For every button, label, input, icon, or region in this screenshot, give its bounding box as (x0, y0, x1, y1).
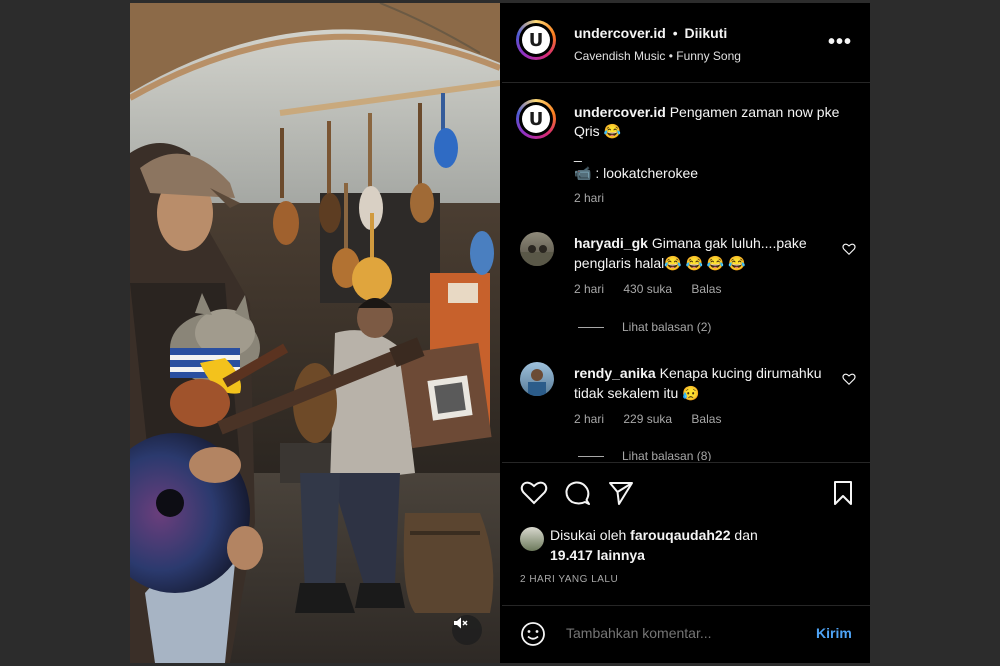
input-divider (502, 605, 870, 606)
liker-avatar[interactable] (520, 527, 544, 551)
comment-meta: 2 hari 430 suka Balas (574, 282, 737, 296)
post-panel: U undercover.id • Diikuti Cavendish Musi… (502, 3, 870, 663)
caption-credit: 📹 : lookatcherokee (574, 165, 699, 181)
caption-avatar[interactable]: U (516, 99, 556, 139)
brand-logo-icon: U (522, 105, 550, 133)
author-username[interactable]: undercover.id (574, 25, 666, 41)
commenter-photo (528, 369, 546, 396)
comments-list[interactable]: U undercover.id Pengamen zaman now pke Q… (502, 83, 870, 461)
brand-logo-icon: U (522, 26, 550, 54)
header-separator: • (672, 25, 678, 41)
send-comment-button[interactable]: Kirim (816, 625, 852, 641)
comment-time: 2 hari (574, 282, 605, 296)
video-frame (130, 3, 500, 663)
commenter-avatar[interactable] (520, 362, 554, 396)
likes-middle: dan (734, 527, 758, 543)
post-modal: U undercover.id • Diikuti Cavendish Musi… (130, 3, 870, 663)
commenter-photo (520, 245, 554, 266)
send-icon[interactable] (608, 480, 634, 506)
comment-input[interactable] (564, 624, 788, 642)
muted-speaker-icon (454, 617, 468, 629)
more-options-icon[interactable]: ••• (828, 31, 852, 54)
caption-time: 2 hari (574, 191, 605, 205)
liker-username[interactable]: farouqaudah22 (630, 527, 730, 543)
audio-info[interactable]: Cavendish Music • Funny Song (574, 49, 741, 63)
heart-icon[interactable] (842, 242, 856, 256)
actions-divider (502, 462, 870, 463)
author-avatar[interactable]: U (516, 20, 556, 60)
post-date[interactable]: 2 HARI YANG LALU (520, 574, 618, 585)
likes-prefix: Disukai oleh (550, 527, 627, 543)
heart-icon[interactable] (520, 480, 548, 506)
bookmark-icon[interactable] (832, 480, 854, 506)
view-replies-button[interactable]: Lihat balasan (2) (578, 320, 711, 334)
comment-meta: 2 hari 229 suka Balas (574, 412, 737, 426)
likes-summary: Disukai oleh farouqaudah22 dan 19.417 la… (550, 525, 758, 565)
caption: undercover.id Pengamen zaman now pke Qri… (574, 103, 844, 208)
mute-button[interactable] (452, 615, 482, 645)
emoji-icon[interactable] (520, 621, 546, 647)
comment-username[interactable]: haryadi_gk (574, 235, 648, 251)
caption-username[interactable]: undercover.id (574, 104, 666, 120)
heart-icon[interactable] (842, 372, 856, 386)
view-replies-button[interactable]: Lihat balasan (8) (578, 449, 711, 461)
likes-others[interactable]: 19.417 lainnya (550, 547, 645, 563)
comment-icon[interactable] (564, 480, 591, 507)
comment-username[interactable]: rendy_anika (574, 365, 656, 381)
comment-likes[interactable]: 229 suka (623, 412, 672, 426)
follow-status[interactable]: Diikuti (685, 25, 728, 41)
reply-button[interactable]: Balas (691, 412, 721, 426)
comment-time: 2 hari (574, 412, 605, 426)
commenter-avatar[interactable] (520, 232, 554, 266)
post-header: undercover.id • Diikuti (574, 25, 727, 41)
comment-2: rendy_anika Kenapa kucing dirumahku tida… (574, 363, 830, 403)
video-player[interactable] (130, 3, 500, 663)
reply-button[interactable]: Balas (691, 282, 721, 296)
comment-likes[interactable]: 430 suka (623, 282, 672, 296)
comment-1: haryadi_gk Gimana gak luluh....pake peng… (574, 233, 830, 273)
caption-dash: _ (574, 146, 582, 162)
